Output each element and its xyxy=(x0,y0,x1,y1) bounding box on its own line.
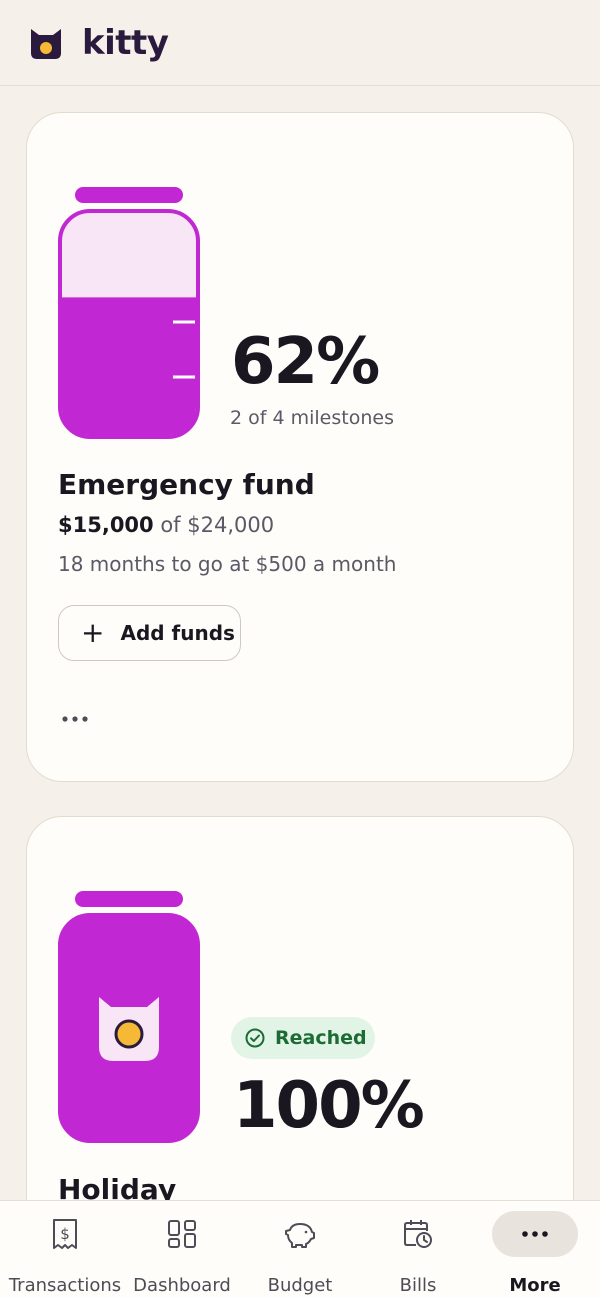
tab-label: Bills xyxy=(399,1275,437,1296)
goal-card-holiday[interactable]: Reached 100% Holiday xyxy=(26,816,574,1236)
saved-amount: $15,000 xyxy=(58,513,154,537)
tab-label: Budget xyxy=(267,1275,333,1296)
goal-plan-text: 18 months to go at $500 a month xyxy=(58,552,397,576)
check-circle-icon xyxy=(245,1028,265,1048)
target-amount: of $24,000 xyxy=(153,513,275,537)
reached-label: Reached xyxy=(275,1027,367,1049)
add-funds-button[interactable]: + Add funds xyxy=(58,605,241,661)
more-horizontal-icon[interactable] xyxy=(61,705,89,733)
calendar-clock-icon xyxy=(404,1220,432,1248)
tab-label: Transactions xyxy=(8,1275,122,1296)
bottom-navigation: $ Transactions Dashboard Budget Bills Mo… xyxy=(0,1200,600,1298)
tab-label: More xyxy=(509,1275,561,1296)
app-header: kitty xyxy=(0,0,600,86)
tab-transactions[interactable]: $ Transactions xyxy=(5,1201,125,1298)
svg-text:$: $ xyxy=(60,1225,70,1243)
receipt-dollar-icon: $ xyxy=(53,1219,77,1249)
tab-bills[interactable]: Bills xyxy=(370,1201,466,1298)
reached-badge: Reached xyxy=(231,1017,375,1059)
goal-card-emergency-fund[interactable]: 62% 2 of 4 milestones Emergency fund $15… xyxy=(26,112,574,782)
more-horizontal-icon xyxy=(522,1231,548,1237)
dashboard-grid-icon xyxy=(168,1220,196,1248)
app-name: kitty xyxy=(82,22,169,63)
milestones-text: 2 of 4 milestones xyxy=(230,407,394,429)
goal-percent: 100% xyxy=(233,1069,425,1143)
savings-jar-icon xyxy=(58,187,200,439)
tab-label: Dashboard xyxy=(133,1275,231,1296)
plus-icon: + xyxy=(81,616,105,649)
tab-budget[interactable]: Budget xyxy=(252,1201,348,1298)
goal-amount: $15,000 of $24,000 xyxy=(58,513,274,537)
goal-percent: 62% xyxy=(231,325,380,399)
piggy-bank-icon xyxy=(285,1223,315,1248)
kitty-logo-icon xyxy=(31,28,61,59)
add-funds-label: Add funds xyxy=(120,621,235,645)
savings-jar-full-icon xyxy=(58,891,200,1143)
tab-dashboard[interactable]: Dashboard xyxy=(130,1201,234,1298)
goal-name: Emergency fund xyxy=(58,468,315,501)
tab-more[interactable]: More xyxy=(488,1201,582,1298)
